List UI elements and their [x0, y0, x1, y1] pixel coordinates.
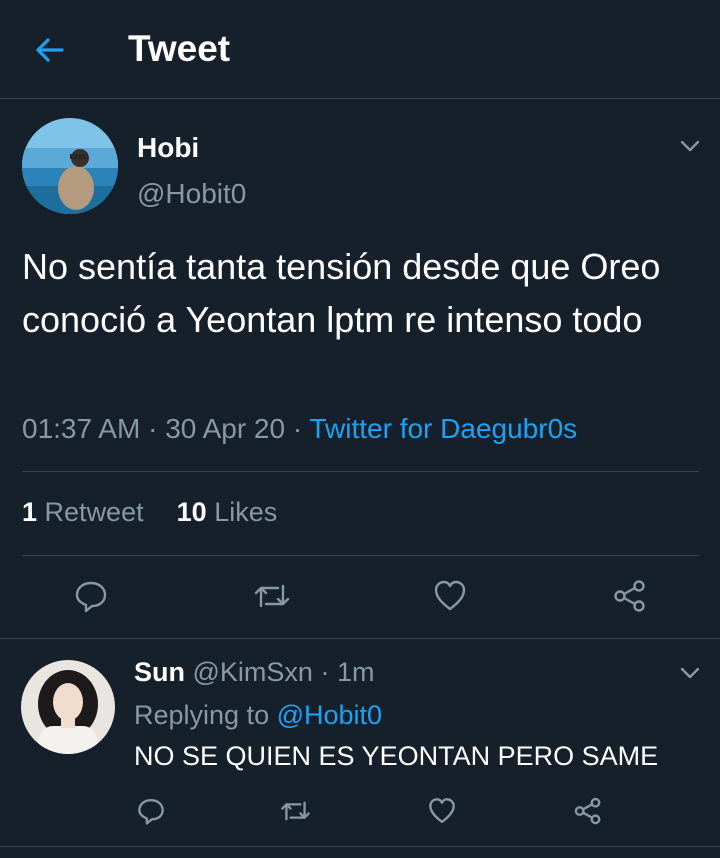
author-handle[interactable]: @Hobit0 — [137, 178, 246, 210]
meta-separator: · — [320, 657, 330, 687]
tweet-meta: 01:37 AM · 30 Apr 20 · Twitter for Daegu… — [22, 413, 577, 445]
replying-to: Replying to @Hobit0 — [134, 700, 382, 731]
tweet-date: 30 Apr 20 — [165, 413, 286, 444]
retweet-count: 1 — [22, 497, 38, 527]
like-icon[interactable] — [432, 578, 468, 614]
divider — [0, 638, 720, 639]
page-title: Tweet — [128, 28, 231, 69]
reply-header: Sun @KimSxn · 1m — [134, 657, 375, 688]
replying-label: Replying to — [134, 700, 270, 730]
retweet-stat[interactable]: 1 Retweet — [22, 497, 144, 527]
share-icon[interactable] — [612, 578, 648, 614]
reply-author-name[interactable]: Sun — [134, 657, 185, 687]
meta-separator: · — [148, 413, 166, 444]
tweet-source-link[interactable]: Twitter for Daegubr0s — [309, 413, 577, 444]
like-count: 10 — [176, 497, 207, 527]
retweet-label: Retweet — [44, 497, 144, 527]
divider — [22, 555, 699, 556]
tweet-time: 01:37 AM — [22, 413, 141, 444]
retweet-icon[interactable] — [279, 796, 312, 826]
meta-separator: · — [292, 413, 310, 444]
divider — [0, 846, 720, 847]
tweet-text: No sentía tanta tensión desde que Oreo c… — [22, 246, 661, 340]
share-icon[interactable] — [573, 796, 603, 826]
likes-label: Likes — [214, 497, 278, 527]
retweet-icon[interactable] — [252, 578, 292, 614]
back-button[interactable] — [30, 32, 70, 68]
back-arrow-icon — [36, 38, 64, 62]
replying-to-handle[interactable]: @Hobit0 — [277, 700, 382, 730]
reply-text: NO SE QUIEN ES YEONTAN PERO SAME — [134, 741, 659, 771]
author-name[interactable]: Hobi — [137, 132, 199, 164]
likes-stat[interactable]: 10 Likes — [177, 497, 278, 527]
author-avatar[interactable] — [22, 118, 118, 214]
tweet-stats: 1 Retweet 10 Likes — [22, 497, 277, 528]
chevron-down-icon[interactable] — [679, 665, 701, 681]
reply-icon[interactable] — [73, 578, 109, 614]
top-bar: Tweet — [0, 0, 720, 99]
reply-author-handle[interactable]: @KimSxn — [193, 657, 313, 687]
divider — [22, 471, 699, 472]
chevron-down-icon[interactable] — [679, 138, 701, 154]
reply-time: 1m — [336, 657, 375, 687]
reply-icon[interactable] — [136, 796, 166, 826]
like-icon[interactable] — [427, 796, 457, 826]
reply-author-avatar[interactable] — [21, 660, 115, 754]
